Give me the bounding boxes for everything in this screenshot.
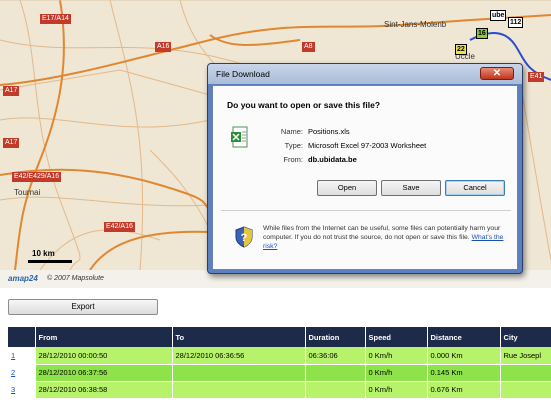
place-tournai: Tournai <box>14 188 41 197</box>
map-provider-logo: amap24 <box>8 274 38 283</box>
map-marker-112[interactable]: 112 <box>508 17 524 28</box>
cell-from: 28/12/2010 06:38:58 <box>35 381 173 399</box>
road-label-a8: A8 <box>302 42 315 52</box>
cell-city: Rue Josepl <box>500 347 551 365</box>
cell-distance: 0.000 Km <box>427 347 501 365</box>
cell-city <box>500 364 551 382</box>
cell-duration <box>305 364 366 382</box>
cell-to <box>172 364 306 382</box>
close-button[interactable]: ✕ <box>480 67 514 80</box>
type-label: Type: <box>284 141 303 150</box>
column-header-index <box>8 327 36 347</box>
dialog-titlebar[interactable]: File Download ✕ <box>208 64 522 84</box>
name-label: Name: <box>280 127 303 136</box>
row-index-link[interactable]: 3 <box>8 381 36 399</box>
map-marker-ube[interactable]: ube <box>490 10 507 21</box>
table-row: 1 28/12/2010 00:00:50 28/12/2010 06:36:5… <box>8 347 551 365</box>
cell-to <box>172 381 306 399</box>
cancel-button[interactable]: Cancel <box>445 180 505 196</box>
road-label-e17: E17/A14 <box>40 14 71 24</box>
road-label-e42: E42/A16 <box>104 222 135 232</box>
map-marker-22[interactable]: 22 <box>455 44 467 55</box>
positions-table: From To Duration Speed Distance City 1 2… <box>8 327 551 399</box>
road-label-e41: E41 <box>528 72 545 82</box>
cell-from: 28/12/2010 06:37:56 <box>35 364 173 382</box>
cell-to: 28/12/2010 06:36:56 <box>172 347 306 365</box>
place-sint-jans-molenbeek: Sint-Jans-Molenb <box>384 20 447 29</box>
security-shield-icon: ? <box>235 226 253 248</box>
from-label: From: <box>283 155 303 164</box>
dialog-question: Do you want to open or save this file? <box>227 100 381 110</box>
row-index-link[interactable]: 1 <box>8 347 36 365</box>
open-button[interactable]: Open <box>317 180 377 196</box>
row-index-link[interactable]: 2 <box>8 364 36 382</box>
map-copyright: © 2007 Mapsolute <box>47 275 104 282</box>
cell-from: 28/12/2010 00:00:50 <box>35 347 173 365</box>
map-scale-bar: 10 km <box>28 249 72 263</box>
column-header-from[interactable]: From <box>35 327 173 347</box>
file-source-value: db.ubidata.be <box>308 155 357 164</box>
map-scale-label: 10 km <box>32 249 55 258</box>
map-marker-16[interactable]: 16 <box>476 28 488 39</box>
column-header-duration[interactable]: Duration <box>305 327 366 347</box>
road-label-a16: A16 <box>155 42 172 52</box>
table-header-row: From To Duration Speed Distance City <box>8 327 551 347</box>
svg-text:?: ? <box>241 232 248 244</box>
export-button[interactable]: Export <box>8 299 158 315</box>
cell-distance: 0.145 Km <box>427 364 501 382</box>
cell-duration <box>305 381 366 399</box>
cell-city <box>500 381 551 399</box>
cell-speed: 0 Km/h <box>365 381 428 399</box>
dialog-body: Do you want to open or save this file? N… <box>212 85 518 270</box>
column-header-to[interactable]: To <box>172 327 306 347</box>
security-warning: While files from the Internet can be use… <box>263 224 511 251</box>
column-header-distance[interactable]: Distance <box>427 327 501 347</box>
app-window: E17/A14 A8 A16 E42/E429/A16 A17 E42/A16 … <box>0 0 551 403</box>
file-type-value: Microsoft Excel 97-2003 Worksheet <box>308 141 427 150</box>
map-scale-line <box>28 260 72 263</box>
security-warning-text: While files from the Internet can be use… <box>263 225 501 241</box>
dialog-separator <box>221 210 511 211</box>
cell-speed: 0 Km/h <box>365 364 428 382</box>
road-label-a17: A17 <box>3 86 20 96</box>
column-header-city[interactable]: City <box>500 327 551 347</box>
road-label-e42-e429: E42/E429/A16 <box>12 172 62 182</box>
cell-distance: 0.676 Km <box>427 381 501 399</box>
road-label-a17-b: A17 <box>3 138 20 148</box>
save-button[interactable]: Save <box>381 180 441 196</box>
file-download-dialog: File Download ✕ Do you want to open or s… <box>207 63 523 274</box>
column-header-speed[interactable]: Speed <box>365 327 428 347</box>
file-name-value: Positions.xls <box>308 127 350 136</box>
table-row: 3 28/12/2010 06:38:58 0 Km/h 0.676 Km <box>8 381 551 399</box>
cell-duration: 06:36:06 <box>305 347 366 365</box>
cell-speed: 0 Km/h <box>365 347 428 365</box>
table-row: 2 28/12/2010 06:37:56 0 Km/h 0.145 Km <box>8 364 551 382</box>
dialog-title: File Download <box>216 69 270 79</box>
